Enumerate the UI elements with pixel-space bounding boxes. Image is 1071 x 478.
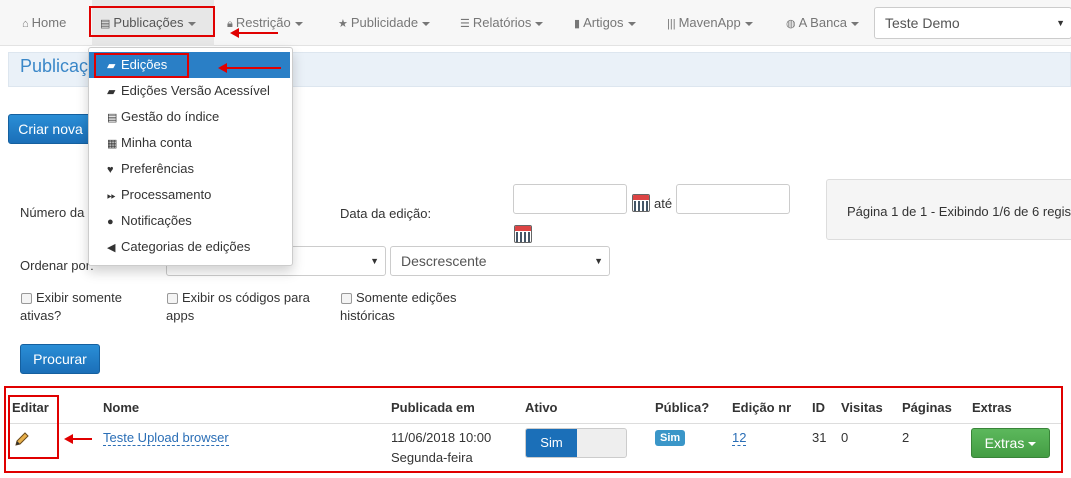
nav-publicidade[interactable]: ★ Publicidade — [338, 0, 431, 46]
nav-a-banca[interactable]: ◍ A Banca — [786, 0, 860, 46]
bullhorn-icon: ◀ — [107, 242, 116, 254]
search-button[interactable]: Procurar — [20, 344, 100, 374]
annotation-box-editar — [8, 395, 59, 459]
chevron-down-icon: ▼ — [594, 256, 603, 266]
dropdown-item-processamento[interactable]: ⏩︎ Processamento — [89, 182, 290, 208]
calendar-icon[interactable] — [632, 194, 650, 212]
lock-icon: 🔒︎ — [227, 18, 233, 30]
star-icon: ★ — [338, 18, 348, 30]
checkbox-historicas-label: Somente edições históricas — [340, 290, 457, 323]
chevron-down-icon: ▼ — [1056, 18, 1065, 28]
annotation-box-table — [4, 386, 1063, 473]
chevron-down-icon — [744, 21, 753, 26]
chevron-down-icon — [627, 21, 636, 26]
nav-artigos[interactable]: ▮ Artigos — [574, 0, 636, 46]
home-icon: ⌂ — [22, 18, 29, 30]
date-from-input[interactable] — [513, 184, 627, 214]
bookmark-icon: ▮ — [574, 18, 581, 30]
dropdown-item-categorias[interactable]: ◀ Categorias de edições — [89, 234, 290, 260]
annotation-box-publicacoes — [89, 6, 215, 37]
checkbox-ativas-label: Exibir somente ativas? — [20, 290, 122, 323]
list-alt-icon: ▤ — [107, 112, 118, 124]
book-icon: ▰ — [107, 86, 116, 98]
annotation-arrow-line — [226, 67, 281, 69]
comment-icon: ● — [107, 216, 114, 228]
nav-mavenapp[interactable]: ||| MavenApp — [667, 0, 753, 46]
nav-restricao[interactable]: 🔒︎ Restrição — [227, 0, 303, 46]
data-edicao-label: Data da edição: — [340, 206, 432, 221]
ate-label: até — [654, 196, 673, 211]
organization-select[interactable]: Teste Demo ▼ — [874, 7, 1071, 39]
calendar-icon[interactable] — [514, 225, 532, 243]
annotation-arrow-line — [72, 438, 92, 440]
chevron-down-icon — [535, 21, 544, 26]
forward-icon: ⏩︎ — [107, 190, 116, 202]
order-direction-select[interactable]: Descrescente ▼ — [390, 246, 610, 276]
nav-home[interactable]: ⌂ Home — [22, 0, 66, 46]
th-icon: ▦ — [107, 138, 118, 150]
dropdown-item-gestao-indice[interactable]: ▤ Gestão do índice — [89, 104, 290, 130]
chevron-down-icon — [294, 21, 303, 26]
ordenar-label: Ordenar por: — [20, 258, 94, 273]
heart-icon: ♥ — [107, 164, 114, 176]
checkbox-codigos-label: Exibir os códigos para apps — [166, 290, 310, 323]
globe-icon: ◍ — [786, 18, 796, 30]
dropdown-item-notificacoes[interactable]: ● Notificações — [89, 208, 290, 234]
chevron-down-icon — [851, 21, 860, 26]
barcode-icon: ||| — [667, 18, 676, 30]
dropdown-item-minha-conta[interactable]: ▦ Minha conta — [89, 130, 290, 156]
dropdown-item-edicoes-acessivel[interactable]: ▰ Edições Versão Acessível — [89, 78, 290, 104]
annotation-arrow-line — [238, 32, 278, 34]
list-icon: ☰ — [460, 18, 470, 30]
create-button[interactable]: Criar nova — [8, 114, 93, 144]
numero-label: Número da — [20, 205, 85, 220]
annotation-box-edicoes — [94, 53, 189, 78]
dropdown-item-preferencias[interactable]: ♥ Preferências — [89, 156, 290, 182]
nav-relatorios[interactable]: ☰ Relatórios — [460, 0, 544, 46]
pagination-info: Página 1 de 1 - Exibindo 1/6 de 6 regist… — [826, 179, 1071, 240]
chevron-down-icon: ▼ — [370, 256, 379, 266]
chevron-down-icon — [422, 21, 431, 26]
date-to-input[interactable] — [676, 184, 790, 214]
